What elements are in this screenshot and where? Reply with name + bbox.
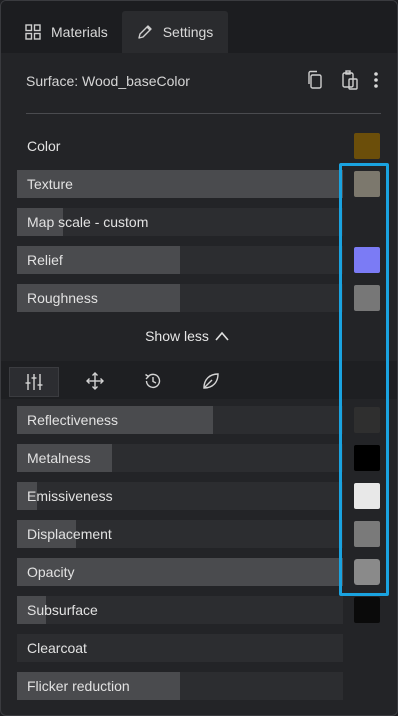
color-swatch[interactable]	[354, 133, 380, 159]
slider-metalness[interactable]: Metalness	[17, 444, 343, 472]
tab-bar: Materials Settings	[1, 1, 397, 53]
slider-relief[interactable]: Relief	[17, 246, 343, 274]
pencil-icon	[137, 24, 153, 40]
tab-settings-label: Settings	[162, 24, 214, 40]
slider-texture[interactable]: Texture	[17, 170, 343, 198]
more-vertical-icon[interactable]	[369, 69, 383, 91]
relief-label: Relief	[27, 252, 63, 268]
paste-icon[interactable]	[340, 69, 360, 91]
displacement-label: Displacement	[27, 526, 112, 542]
clearcoat-label: Clearcoat	[27, 640, 87, 656]
slider-emissiveness[interactable]: Emissiveness	[17, 482, 343, 510]
color-row: Color	[17, 132, 343, 160]
sliders-icon	[25, 374, 43, 390]
subsurface-label: Subsurface	[27, 602, 98, 618]
surface-header: Surface: Wood_baseColor	[1, 53, 397, 113]
color-label: Color	[27, 138, 61, 154]
emissiveness-label: Emissiveness	[27, 488, 113, 504]
tool-sliders[interactable]	[9, 367, 59, 397]
surface-title: Surface: Wood_baseColor	[26, 73, 190, 89]
slider-roughness[interactable]: Roughness	[17, 284, 343, 312]
subsurface-swatch[interactable]	[354, 597, 380, 623]
slider-displacement[interactable]: Displacement	[17, 520, 343, 548]
metalness-label: Metalness	[27, 450, 91, 466]
slider-clearcoat[interactable]: Clearcoat	[17, 634, 343, 662]
flicker-reduction-label: Flicker reduction	[27, 678, 130, 694]
slider-opacity[interactable]: Opacity	[17, 558, 343, 586]
slider-flicker-reduction[interactable]: Flicker reduction	[17, 672, 343, 700]
grid-icon	[25, 24, 41, 40]
roughness-label: Roughness	[27, 290, 98, 306]
opacity-label: Opacity	[27, 564, 75, 580]
chevron-up-icon	[215, 331, 229, 341]
show-less-button[interactable]: Show less	[1, 321, 373, 351]
tool-row	[1, 361, 397, 399]
move-icon	[86, 372, 104, 390]
material-settings-panel: Materials Settings Surface: Wood_baseCol…	[0, 0, 398, 716]
map-scale-label: Map scale - custom	[27, 214, 149, 230]
reflectiveness-label: Reflectiveness	[27, 412, 119, 428]
tool-move[interactable]	[71, 367, 119, 395]
tool-leaf[interactable]	[187, 367, 235, 395]
history-icon	[145, 373, 161, 389]
tab-materials-label: Materials	[51, 24, 108, 40]
leaf-icon	[203, 373, 219, 389]
tab-materials[interactable]: Materials	[25, 11, 108, 53]
copy-icon[interactable]	[305, 69, 325, 91]
swatch-column-highlight	[339, 163, 389, 596]
slider-subsurface[interactable]: Subsurface	[17, 596, 343, 624]
texture-label: Texture	[27, 176, 73, 192]
header-divider	[26, 113, 381, 114]
slider-map-scale[interactable]: Map scale - custom	[17, 208, 343, 236]
show-less-label: Show less	[145, 328, 209, 344]
tab-settings[interactable]: Settings	[122, 11, 228, 53]
slider-reflectiveness[interactable]: Reflectiveness	[17, 406, 343, 434]
tool-history[interactable]	[129, 367, 177, 395]
